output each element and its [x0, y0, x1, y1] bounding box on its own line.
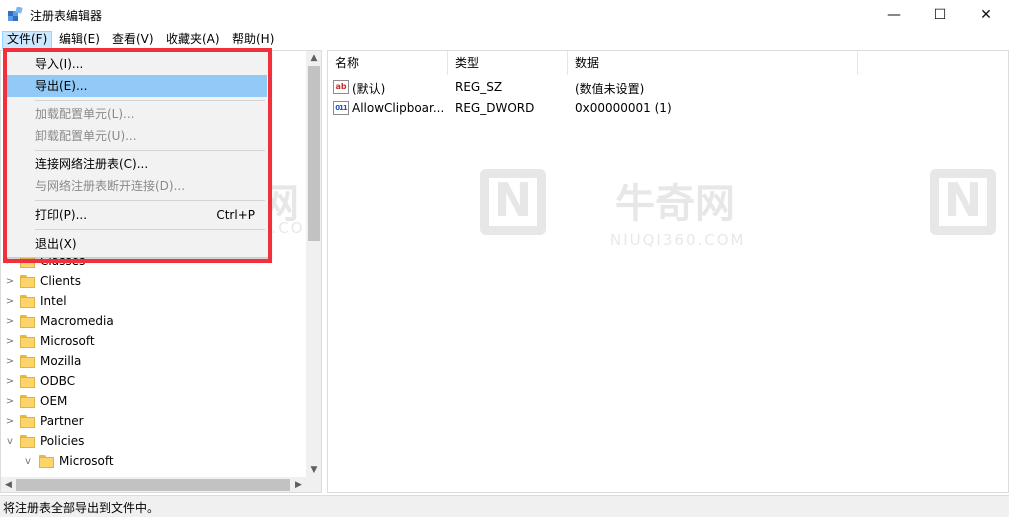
close-icon: ✕	[980, 7, 992, 23]
folder-icon	[20, 295, 35, 308]
menu-item-import[interactable]: 导入(I)...	[7, 53, 267, 75]
column-header-data[interactable]: 数据	[568, 51, 858, 75]
expand-icon[interactable]: >	[5, 335, 15, 349]
menu-separator	[35, 200, 265, 201]
tree-item-label: Macromedia	[40, 314, 114, 328]
tree-item-label: Microsoft	[40, 334, 95, 348]
menu-file[interactable]: 文件(F)	[2, 31, 53, 49]
folder-icon	[20, 315, 35, 328]
menu-item-connect-network-registry[interactable]: 连接网络注册表(C)...	[7, 153, 267, 175]
expand-icon[interactable]: >	[5, 315, 15, 329]
menu-item-unload-hive[interactable]: 卸载配置单元(U)...	[7, 125, 267, 147]
value-name: (默认)	[352, 82, 386, 96]
scrollbar-corner	[306, 477, 321, 492]
watermark-logo: N	[480, 169, 546, 235]
tree-item-intel[interactable]: > Intel	[1, 292, 304, 312]
tree-item-label: Partner	[40, 414, 84, 428]
menu-item-label: 打印(P)...	[35, 208, 88, 222]
expand-icon[interactable]: >	[5, 355, 15, 369]
tree-item-label: ODBC	[40, 374, 76, 388]
tree-item-oem[interactable]: > OEM	[1, 392, 304, 412]
expand-icon[interactable]: >	[5, 375, 15, 389]
minimize-button[interactable]: —	[871, 0, 917, 30]
tree-item-label: Intel	[40, 294, 67, 308]
value-row[interactable]: ab (默认) REG_SZ (数值未设置)	[328, 77, 1008, 98]
string-value-icon: ab	[333, 80, 349, 94]
scroll-left-icon[interactable]: ◀	[1, 477, 16, 492]
value-data: (数值未设置)	[575, 82, 645, 96]
tree-item-policies[interactable]: v Policies	[1, 432, 304, 452]
value-data: 0x00000001 (1)	[575, 101, 672, 115]
tree-item-policies-microsoft[interactable]: v Microsoft	[1, 452, 304, 472]
close-button[interactable]: ✕	[963, 0, 1009, 30]
value-list[interactable]: 名称 类型 数据 ab (默认) REG_SZ (数值未设置) 011 Allo…	[327, 50, 1009, 493]
window-title: 注册表编辑器	[30, 9, 103, 23]
expand-icon[interactable]: >	[5, 275, 15, 289]
tree-item-macromedia[interactable]: > Macromedia	[1, 312, 304, 332]
tree-item-label: Policies	[40, 434, 85, 448]
menu-separator	[35, 150, 265, 151]
folder-icon	[20, 415, 35, 428]
folder-icon	[20, 395, 35, 408]
status-bar: 将注册表全部导出到文件中。	[0, 495, 1009, 517]
folder-icon	[20, 335, 35, 348]
scroll-up-icon[interactable]: ▲	[306, 51, 321, 66]
scroll-right-icon[interactable]: ▶	[291, 477, 306, 492]
menu-favorites[interactable]: 收藏夹(A)	[162, 31, 224, 49]
scroll-thumb[interactable]	[16, 479, 290, 491]
menu-item-print[interactable]: 打印(P)... Ctrl+P	[7, 204, 267, 226]
value-type: REG_DWORD	[455, 101, 535, 115]
folder-icon	[20, 355, 35, 368]
expand-icon[interactable]: >	[5, 295, 15, 309]
maximize-button[interactable]: ☐	[917, 0, 963, 30]
tree-item-mozilla[interactable]: > Mozilla	[1, 352, 304, 372]
tree-item-clients[interactable]: > Clients	[1, 272, 304, 292]
tree-item-label: OEM	[40, 394, 68, 408]
menu-separator	[35, 100, 265, 101]
folder-icon	[20, 435, 35, 448]
watermark-logo: N	[930, 169, 996, 235]
value-row[interactable]: 011 AllowClipboar... REG_DWORD 0x0000000…	[328, 98, 1008, 119]
dword-value-icon: 011	[333, 101, 349, 115]
collapse-icon[interactable]: v	[5, 435, 15, 449]
menu-item-accelerator: Ctrl+P	[216, 208, 255, 222]
value-name: AllowClipboar...	[352, 101, 445, 115]
folder-icon	[39, 455, 54, 468]
tree-horizontal-scrollbar[interactable]: ◀ ▶	[1, 477, 306, 492]
tree-item-odbc[interactable]: > ODBC	[1, 372, 304, 392]
folder-icon	[20, 275, 35, 288]
watermark-brand: 牛奇网	[615, 181, 735, 227]
file-menu-dropdown: 导入(I)... 导出(E)... 加载配置单元(L)... 卸载配置单元(U)…	[4, 50, 269, 258]
title-bar: 注册表编辑器 — ☐ ✕	[0, 0, 1009, 30]
folder-icon	[20, 375, 35, 388]
tree-item-partner[interactable]: > Partner	[1, 412, 304, 432]
menu-item-load-hive[interactable]: 加载配置单元(L)...	[7, 103, 267, 125]
tree-item-label: Mozilla	[40, 354, 82, 368]
tree-item-label: Microsoft	[59, 454, 114, 468]
menu-item-disconnect-network-registry[interactable]: 与网络注册表断开连接(D)...	[7, 175, 267, 197]
menu-edit[interactable]: 编辑(E)	[55, 31, 104, 49]
scroll-thumb[interactable]	[308, 66, 320, 241]
registry-editor-icon	[8, 7, 23, 21]
tree-vertical-scrollbar[interactable]: ▲ ▼	[306, 51, 321, 478]
collapse-icon[interactable]: v	[23, 455, 33, 469]
column-header-type[interactable]: 类型	[448, 51, 568, 75]
menu-view[interactable]: 查看(V)	[108, 31, 158, 49]
tree-item-microsoft[interactable]: > Microsoft	[1, 332, 304, 352]
menu-separator	[35, 229, 265, 230]
menu-item-export[interactable]: 导出(E)...	[7, 75, 267, 97]
value-type: REG_SZ	[455, 80, 503, 94]
scroll-down-icon[interactable]: ▼	[306, 463, 321, 478]
menu-bar: 文件(F) 编辑(E) 查看(V) 收藏夹(A) 帮助(H)	[0, 30, 1009, 49]
watermark-domain: NIUQI360.COM	[610, 231, 746, 249]
column-header-name[interactable]: 名称	[328, 51, 448, 75]
maximize-icon: ☐	[933, 7, 947, 23]
tree-item-label: Clients	[40, 274, 81, 288]
expand-icon[interactable]: >	[5, 395, 15, 409]
minimize-icon: —	[887, 7, 901, 23]
menu-help[interactable]: 帮助(H)	[228, 31, 278, 49]
expand-icon[interactable]: >	[5, 415, 15, 429]
menu-item-exit[interactable]: 退出(X)	[7, 233, 267, 255]
status-text: 将注册表全部导出到文件中。	[3, 501, 160, 515]
